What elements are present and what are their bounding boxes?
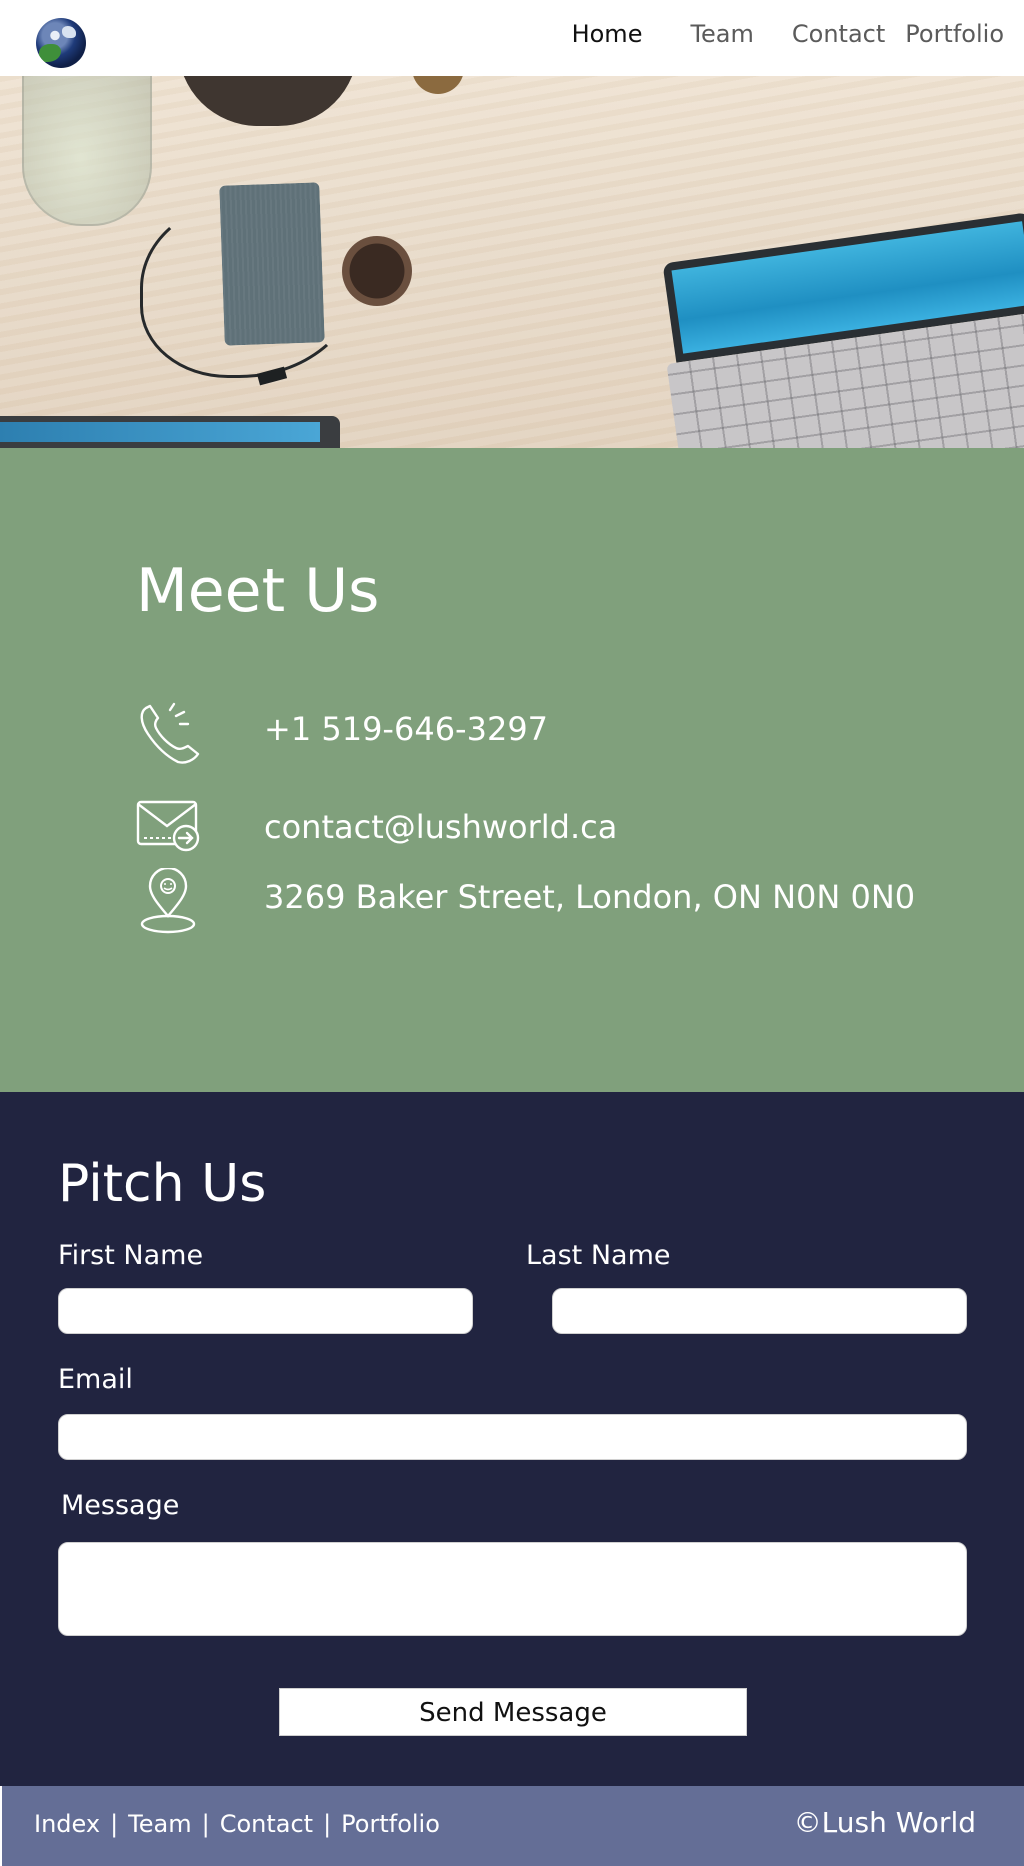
phone-icon: [140, 702, 200, 764]
meet-us-title: Meet Us: [136, 556, 380, 626]
top-nav: Home Team Contact Portfolio: [0, 0, 1024, 76]
nav-link-contact[interactable]: Contact: [792, 18, 885, 50]
location-pin-icon: [140, 868, 196, 934]
footer-separator: |: [323, 1810, 332, 1838]
last-name-input[interactable]: [552, 1288, 967, 1334]
contact-email-row: contact@lushworld.ca: [136, 798, 936, 858]
copyright-text: ©Lush World: [793, 1806, 976, 1839]
first-name-label: First Name: [58, 1240, 204, 1271]
nav-link-home[interactable]: Home: [572, 18, 643, 50]
globe-logo-icon[interactable]: [36, 18, 86, 68]
phone-number[interactable]: +1 519-646-3297: [264, 710, 548, 748]
nav-link-portfolio[interactable]: Portfolio: [905, 18, 1004, 50]
hard-drive-image: [219, 182, 325, 346]
meet-us-section: Meet Us +1 519-646-3297 contact@lushworl…: [0, 448, 1024, 1092]
footer-separator: |: [110, 1810, 119, 1838]
laptop-left-image: [0, 416, 340, 448]
contact-phone-row: +1 519-646-3297: [136, 700, 936, 764]
send-message-button[interactable]: Send Message: [279, 1688, 747, 1736]
message-label: Message: [61, 1490, 180, 1521]
email-label: Email: [58, 1364, 133, 1395]
pitch-us-section: Pitch Us First Name Last Name Email Mess…: [0, 1092, 1024, 1786]
contact-address-row: 3269 Baker Street, London, ON N0N 0N0: [136, 868, 936, 934]
email-address[interactable]: contact@lushworld.ca: [264, 808, 617, 846]
hero-image-desk: [0, 76, 1024, 448]
coffee-cup-image: [342, 236, 412, 306]
footer-separator: |: [201, 1810, 210, 1838]
pitch-us-title: Pitch Us: [58, 1154, 267, 1214]
nav-link-team[interactable]: Team: [690, 18, 753, 50]
street-address: 3269 Baker Street, London, ON N0N 0N0: [264, 878, 916, 916]
nav-links: Home Team Contact Portfolio: [572, 18, 1004, 50]
email-input[interactable]: [58, 1414, 967, 1460]
first-name-input[interactable]: [58, 1288, 473, 1334]
footer: Index | Team | Contact | Portfolio ©Lush…: [0, 1786, 1024, 1866]
footer-link-index[interactable]: Index: [34, 1810, 100, 1838]
footer-link-contact[interactable]: Contact: [220, 1810, 313, 1838]
glass-bottle-image: [22, 76, 152, 226]
footer-link-team[interactable]: Team: [128, 1810, 191, 1838]
message-textarea[interactable]: [58, 1542, 967, 1636]
last-name-label: Last Name: [526, 1240, 671, 1271]
footer-link-portfolio[interactable]: Portfolio: [341, 1810, 440, 1838]
footer-links: Index | Team | Contact | Portfolio: [34, 1810, 440, 1838]
mail-icon: [136, 800, 200, 852]
